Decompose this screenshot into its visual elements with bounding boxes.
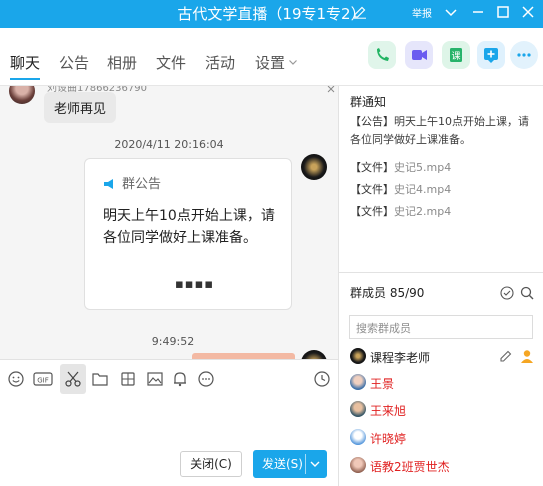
send-button[interactable]: 发送(S) (253, 450, 327, 478)
avatar (350, 374, 366, 390)
avatar[interactable] (9, 86, 35, 104)
notice-title: 群通知 (350, 95, 387, 109)
folder-icon[interactable] (90, 369, 110, 389)
maximize-icon[interactable] (494, 3, 512, 21)
member-name: 王景 (370, 377, 395, 391)
minimize-icon[interactable] (469, 3, 487, 21)
phone-icon (377, 48, 389, 61)
send-label: 发送(S) (262, 457, 303, 471)
add-app-button[interactable] (477, 41, 505, 69)
close-icon[interactable] (326, 86, 336, 94)
bell-icon[interactable] (170, 369, 190, 389)
close-icon[interactable] (519, 3, 537, 21)
avatar (350, 401, 366, 417)
announcement-body: 明天上午10点开始上课，请各位同学做好上课准备。 (103, 208, 275, 246)
divider (305, 454, 306, 474)
classroom-button[interactable]: 课 (442, 41, 470, 69)
group-notice-panel: 群通知 【公告】明天上午10点开始上课，请各位同学做好上课准备。 【文件】史记5… (339, 86, 543, 272)
edit-title-icon[interactable] (353, 5, 367, 19)
image-icon[interactable] (145, 369, 165, 389)
member-name: 王来旭 (370, 404, 407, 418)
notice-announcement[interactable]: 【公告】明天上午10点开始上课，请各位同学做好上课准备。 (350, 113, 535, 149)
notice-file-item[interactable]: 【文件】史记4.mp4 (350, 181, 451, 197)
more-options-icon[interactable] (196, 369, 216, 389)
plus-app-icon (484, 48, 498, 63)
member-item[interactable]: 许晓婷 (350, 429, 540, 449)
announcement-card[interactable]: 群公告 明天上午10点开始上课，请各位同学做好上课准备。 ▪▪▪▪ (84, 158, 292, 310)
avatar[interactable] (301, 350, 327, 359)
chevron-down-icon[interactable] (309, 459, 321, 469)
avatar (350, 348, 366, 364)
title-bar: 古代文学直播（19专1专2） 举报 (0, 0, 543, 28)
report-button[interactable]: 举报 (412, 5, 432, 20)
member-item[interactable]: 语教2班贾世杰 (350, 457, 540, 477)
tab-activity[interactable]: 活动 (205, 52, 235, 73)
chat-history[interactable]: 刘设曲17866236790 老师再见 2020/4/11 20:16:04 群… (0, 86, 338, 359)
classroom-icon: 课 (450, 48, 462, 62)
member-search-input[interactable]: 搜索群成员 (349, 315, 533, 339)
scissors-icon (65, 371, 81, 387)
tab-bar: 聊天 公告 相册 文件 活动 设置 课 (0, 28, 543, 86)
avatar (350, 429, 366, 445)
svg-text:课: 课 (451, 51, 460, 62)
announcement-header: 群公告 (103, 173, 161, 192)
avatar (350, 457, 366, 473)
avatar[interactable] (301, 154, 327, 180)
tab-files[interactable]: 文件 (156, 52, 186, 73)
member-name: 课程李老师 (370, 351, 431, 365)
gif-icon[interactable]: GIF (32, 369, 54, 389)
notice-file-item[interactable]: 【文件】史记2.mp4 (350, 203, 451, 219)
edit-icon[interactable] (499, 349, 513, 363)
timestamp: 2020/4/11 20:16:04 (114, 138, 224, 151)
window-title: 古代文学直播（19专1专2） (177, 5, 366, 23)
group-members-panel: 群成员 85/90 搜索群成员 课程李老师 王景 王来旭 许晓婷 语教2班贾世杰 (339, 273, 543, 486)
notice-file-item[interactable]: 【文件】史记5.mp4 (350, 159, 451, 175)
member-item[interactable]: 王来旭 (350, 401, 540, 421)
magic-icon[interactable] (118, 369, 138, 389)
emoji-icon[interactable] (6, 369, 26, 389)
more-button[interactable] (510, 41, 538, 69)
megaphone-icon (104, 179, 113, 189)
member-name: 语教2班贾世杰 (370, 460, 450, 474)
video-icon (412, 50, 427, 60)
clock-icon[interactable] (312, 369, 332, 389)
tab-announcement[interactable]: 公告 (59, 52, 89, 73)
member-name: 许晓婷 (370, 432, 407, 446)
more-dots-icon (517, 53, 531, 57)
voice-call-button[interactable] (368, 41, 396, 69)
active-tab-indicator (10, 78, 40, 80)
video-call-button[interactable] (405, 41, 433, 69)
members-title: 群成员 85/90 (350, 286, 425, 300)
timestamp: 9:49:52 (151, 335, 195, 348)
message-bubble[interactable]: 老师再见 (44, 92, 117, 123)
search-icon[interactable] (519, 285, 535, 301)
tab-chat[interactable]: 聊天 (10, 52, 40, 73)
owner-icon (521, 350, 533, 363)
svg-text:GIF: GIF (37, 377, 49, 385)
tab-album[interactable]: 相册 (107, 52, 137, 73)
close-button[interactable]: 关闭(C) (180, 451, 242, 477)
input-toolbar: GIF (0, 359, 338, 399)
invite-icon[interactable] (499, 285, 515, 301)
member-item[interactable]: 王景 (350, 374, 540, 394)
chevron-down-icon[interactable] (442, 3, 460, 21)
tab-settings[interactable]: 设置 (255, 52, 285, 73)
member-item[interactable]: 课程李老师 (350, 348, 540, 368)
chevron-down-icon (289, 60, 297, 65)
ellipsis-text: ▪▪▪▪ (175, 277, 215, 292)
screenshot-button[interactable] (60, 364, 86, 394)
